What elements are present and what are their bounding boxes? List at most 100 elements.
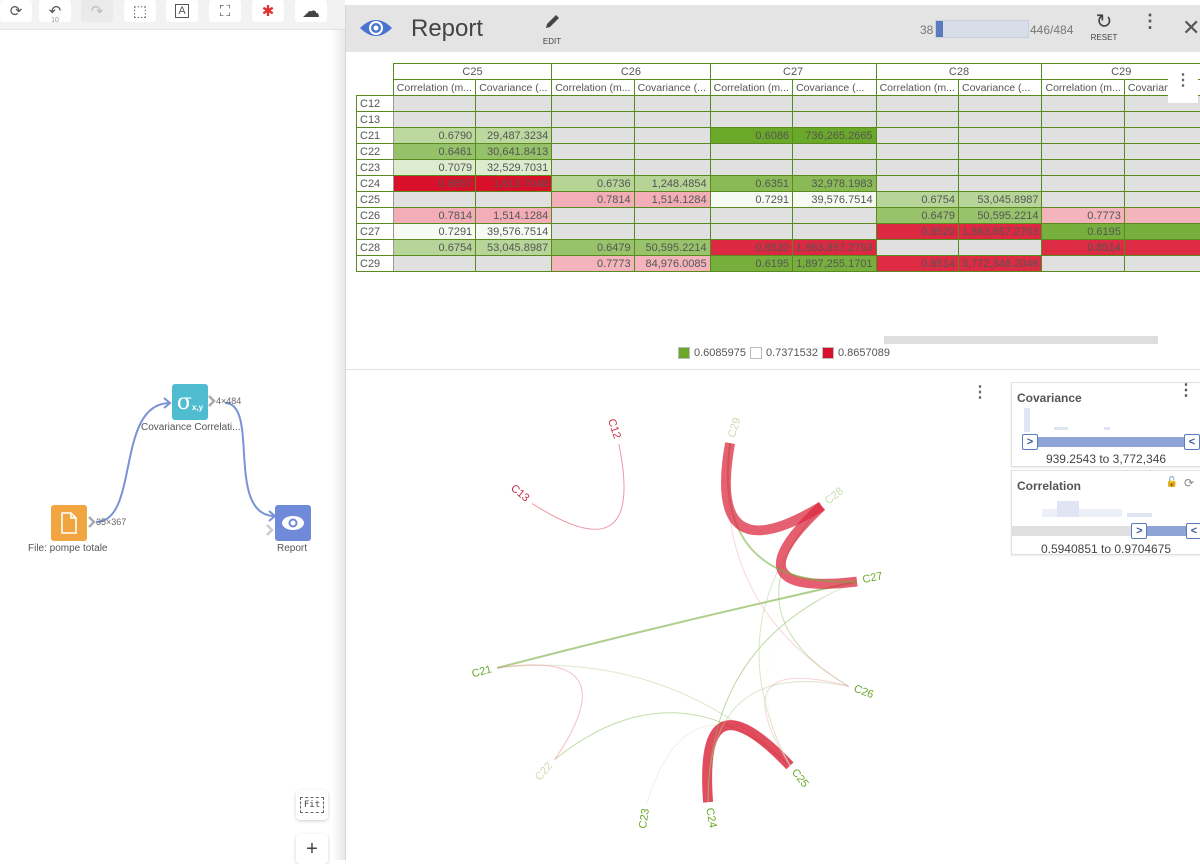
covariance-cell[interactable] — [958, 176, 1042, 192]
covariance-node[interactable]: σx,y — [172, 384, 208, 420]
covariance-cell[interactable] — [634, 96, 710, 112]
correlation-cell[interactable]: 0.6790 — [393, 128, 475, 144]
column-group-header[interactable]: C28 — [876, 64, 1042, 80]
covariance-cell[interactable]: 1,248.4854 — [634, 176, 710, 192]
covariance-cell[interactable]: 30,641.8413 — [476, 144, 552, 160]
covariance-cell[interactable]: 1,514.1284 — [634, 192, 710, 208]
correlation-cell[interactable]: 0.7291 — [393, 224, 475, 240]
report-node[interactable] — [275, 505, 311, 541]
correlation-cell[interactable] — [1042, 192, 1124, 208]
covariance-cell[interactable] — [793, 144, 877, 160]
covariance-cell[interactable] — [958, 160, 1042, 176]
chord-node-label[interactable]: C29 — [726, 416, 743, 439]
correlation-cell[interactable] — [393, 112, 475, 128]
correlation-cell[interactable]: 0.6461 — [393, 144, 475, 160]
covariance-cell[interactable] — [634, 128, 710, 144]
correlation-cell[interactable] — [393, 256, 475, 272]
correlation-cell[interactable] — [876, 160, 958, 176]
chord-node-label[interactable]: C28 — [823, 485, 846, 507]
file-node[interactable] — [51, 505, 87, 541]
correlation-cell[interactable] — [1042, 144, 1124, 160]
correlation-cell[interactable]: 0.6754 — [876, 192, 958, 208]
covariance-cell[interactable]: 736,265.2665 — [793, 128, 877, 144]
chord-node-label[interactable]: C24 — [703, 807, 718, 829]
covariance-cell[interactable] — [634, 144, 710, 160]
covariance-cell[interactable] — [634, 160, 710, 176]
covariance-cell[interactable] — [634, 208, 710, 224]
correlation-cell[interactable] — [710, 112, 792, 128]
covariance-cell[interactable]: 29,487.3234 — [476, 128, 552, 144]
column-subheader[interactable]: Correlation (m... — [1042, 80, 1124, 96]
correlation-cell[interactable] — [876, 128, 958, 144]
chord-link[interactable] — [708, 582, 857, 803]
chord-node-label[interactable]: C22 — [533, 760, 555, 783]
correlation-cell[interactable] — [710, 144, 792, 160]
chord-node-label[interactable]: C21 — [471, 664, 494, 681]
covariance-slider-track[interactable] — [1022, 437, 1192, 447]
covariance-cell[interactable]: 39,576.7514 — [793, 192, 877, 208]
chord-link[interactable] — [497, 665, 582, 760]
sample-progress-bar[interactable] — [935, 20, 1029, 38]
correlation-cell[interactable] — [876, 96, 958, 112]
correlation-cell[interactable] — [876, 240, 958, 256]
correlation-cell[interactable]: 0.6754 — [393, 240, 475, 256]
chord-link[interactable] — [497, 582, 857, 668]
chord-node-label[interactable]: C25 — [789, 767, 811, 790]
correlation-cell[interactable] — [552, 96, 634, 112]
correlation-cell[interactable] — [1042, 128, 1124, 144]
correlation-cell[interactable]: 0.6479 — [876, 208, 958, 224]
covariance-cell[interactable] — [1124, 192, 1200, 208]
covariance-cell[interactable] — [958, 144, 1042, 160]
correlation-cell[interactable] — [552, 144, 634, 160]
covariance-cell[interactable] — [958, 128, 1042, 144]
chord-node-label[interactable]: C27 — [861, 570, 883, 586]
correlation-cell[interactable] — [876, 176, 958, 192]
covariance-cell[interactable]: 84,976.0085 — [634, 256, 710, 272]
correlation-cell[interactable] — [393, 96, 475, 112]
correlation-cell[interactable] — [876, 144, 958, 160]
correlation-cell[interactable]: 0.7079 — [393, 160, 475, 176]
covariance-cell[interactable]: 53,045.8987 — [476, 240, 552, 256]
chord-node-label[interactable]: C26 — [852, 683, 875, 701]
correlation-cell[interactable]: 0.6479 — [552, 240, 634, 256]
chord-link[interactable] — [532, 444, 624, 529]
correlation-cell[interactable]: 0.7291 — [710, 192, 792, 208]
correlation-slider-track[interactable] — [1012, 526, 1194, 536]
correlation-cell[interactable] — [1042, 96, 1124, 112]
close-button[interactable]: ✕ — [1182, 15, 1200, 41]
covariance-cell[interactable] — [1124, 144, 1200, 160]
correlation-cell[interactable] — [1042, 176, 1124, 192]
covariance-cell[interactable] — [1124, 256, 1200, 272]
correlation-cell[interactable] — [552, 160, 634, 176]
chord-node-label[interactable]: C12 — [605, 417, 623, 440]
correlation-cell[interactable]: 0.8514 — [876, 256, 958, 272]
table-more-button[interactable]: ⋮ — [1168, 67, 1198, 103]
chord-node-label[interactable]: C13 — [508, 482, 531, 504]
covariance-cell[interactable] — [476, 96, 552, 112]
covariance-cell[interactable] — [793, 96, 877, 112]
covariance-cell[interactable] — [634, 112, 710, 128]
covariance-max-handle[interactable]: < — [1184, 434, 1200, 450]
covariance-cell[interactable] — [1124, 224, 1200, 240]
correlation-cell[interactable] — [552, 112, 634, 128]
column-subheader[interactable]: Covariance (... — [634, 80, 710, 96]
column-subheader[interactable]: Correlation (m... — [552, 80, 634, 96]
covariance-cell[interactable] — [793, 224, 877, 240]
column-group-header[interactable]: C26 — [552, 64, 710, 80]
correlation-cell[interactable]: 0.8514 — [1042, 240, 1124, 256]
covariance-cell[interactable] — [476, 112, 552, 128]
correlation-cell[interactable] — [710, 208, 792, 224]
correlation-max-handle[interactable]: < — [1186, 523, 1200, 539]
correlation-cell[interactable] — [393, 192, 475, 208]
table-horizontal-scrollbar[interactable] — [884, 336, 1158, 344]
correlation-cell[interactable]: 0.8657 — [393, 176, 475, 192]
correlation-cell[interactable] — [1042, 160, 1124, 176]
covariance-cell[interactable] — [958, 240, 1042, 256]
correlation-cell[interactable]: 0.6195 — [1042, 224, 1124, 240]
covariance-cell[interactable] — [793, 160, 877, 176]
column-subheader[interactable]: Correlation (m... — [710, 80, 792, 96]
covariance-cell[interactable]: 50,595.2214 — [634, 240, 710, 256]
correlation-cell[interactable] — [1042, 256, 1124, 272]
correlation-cell[interactable]: 0.6086 — [710, 128, 792, 144]
sync-icon[interactable]: ⟳ — [1184, 476, 1194, 490]
